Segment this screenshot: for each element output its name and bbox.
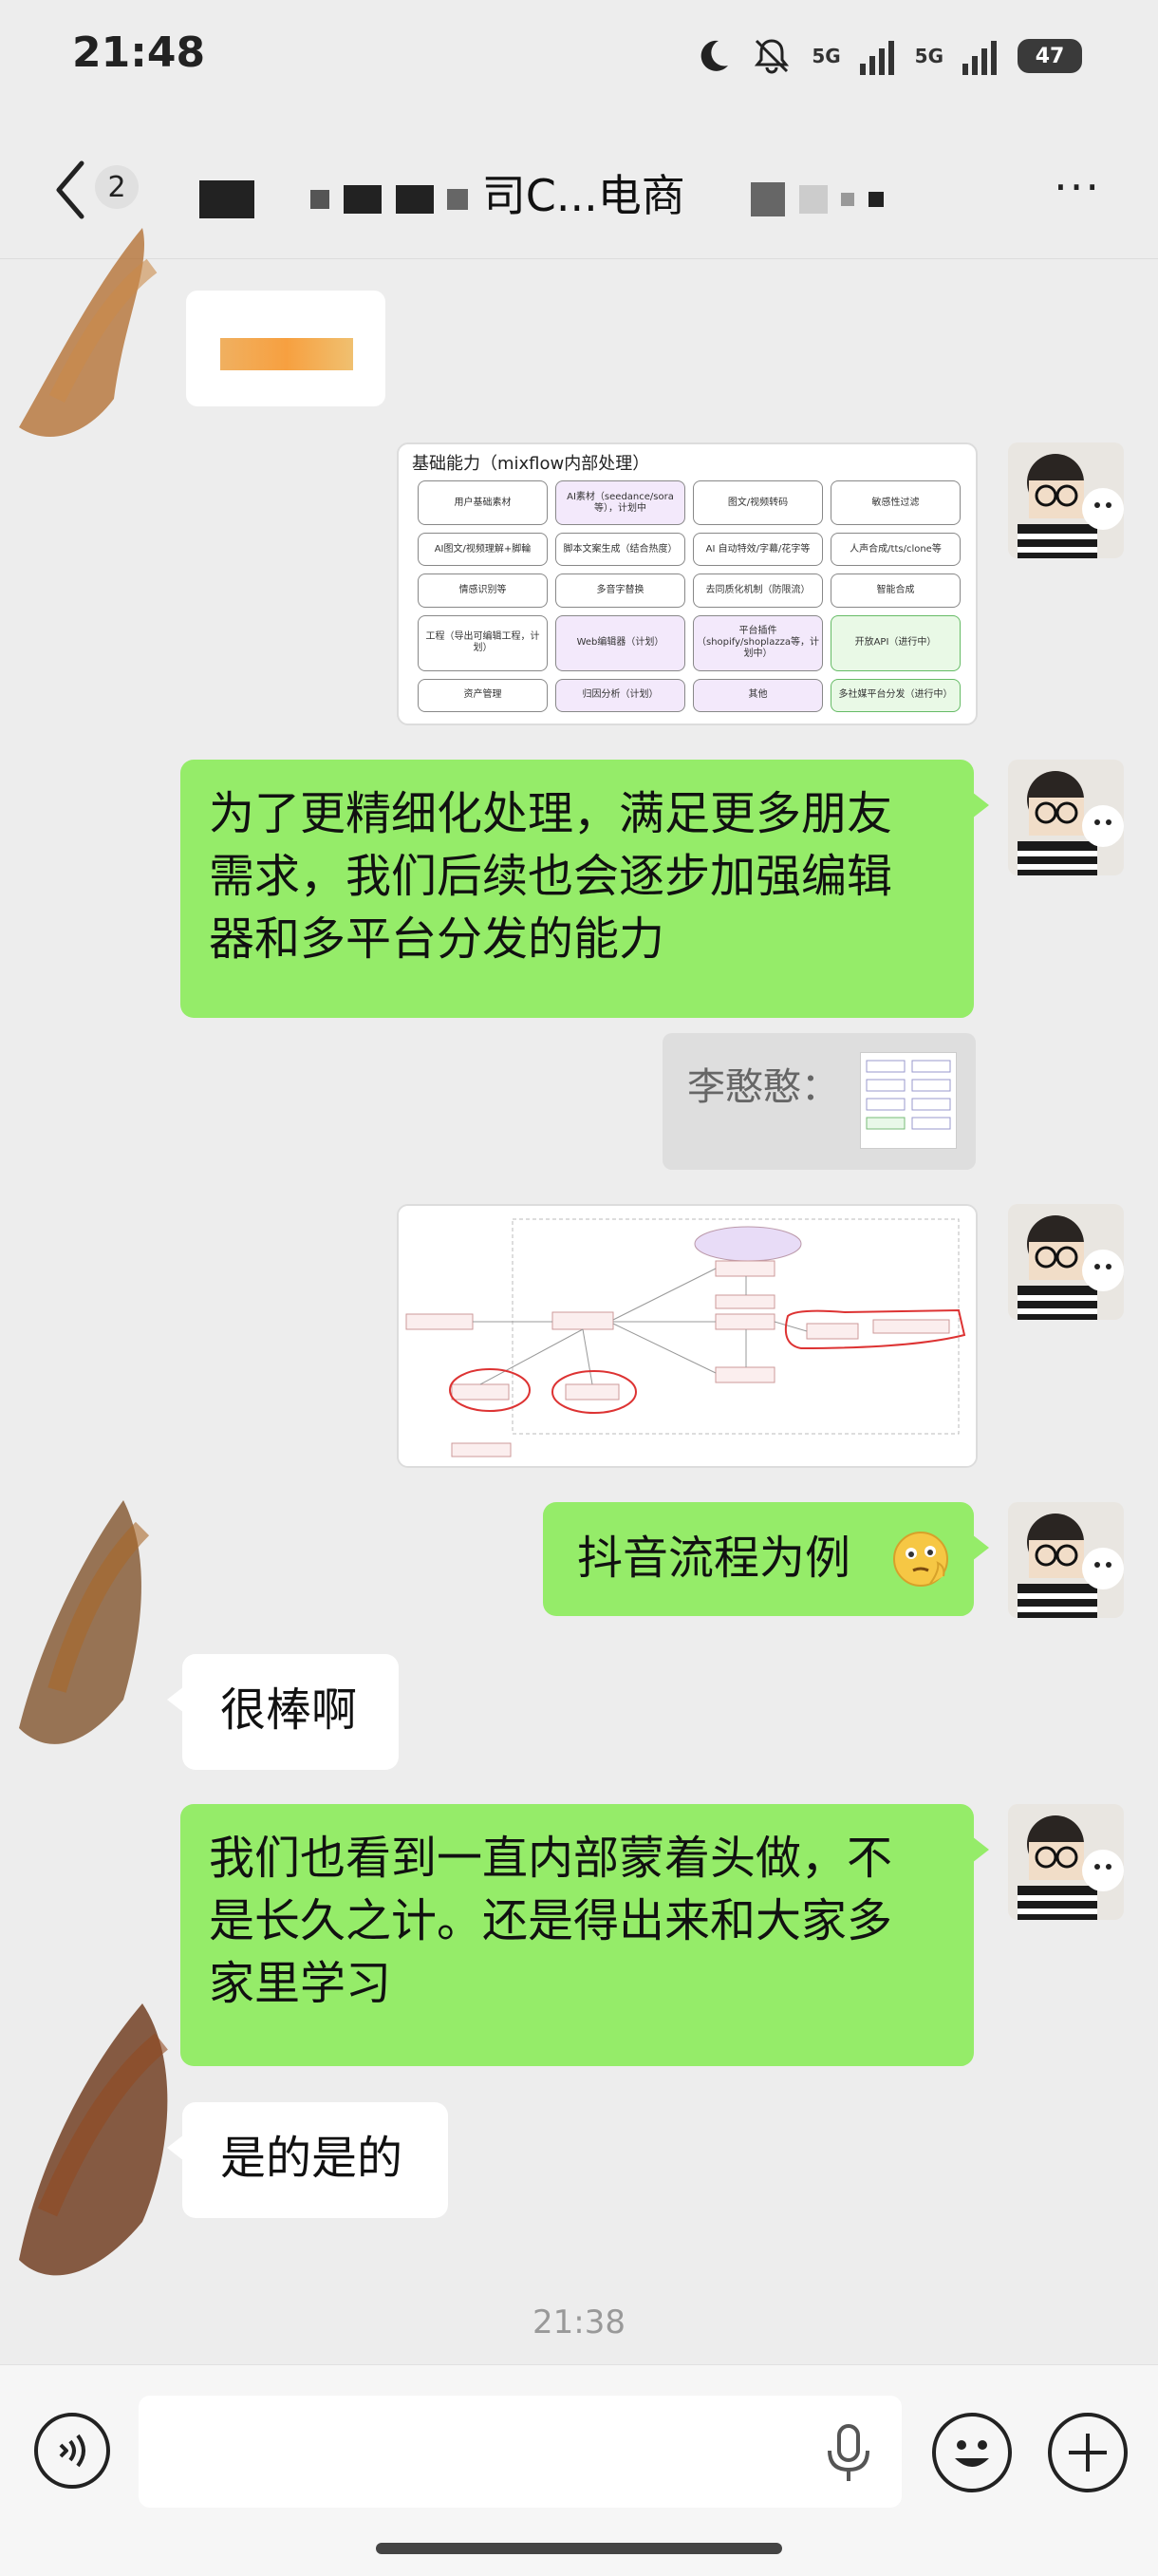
capability-cell: 资产管理 — [418, 678, 548, 712]
plus-icon — [1069, 2434, 1107, 2472]
capability-cell: AI图文/视频理解+脚輪 — [418, 533, 548, 567]
capability-cell: 去同质化机制（防限流） — [693, 573, 823, 608]
my-avatar[interactable] — [1008, 1804, 1124, 1920]
header-divider — [0, 258, 1158, 259]
obscured-title-block — [841, 192, 855, 206]
capability-cell: 多社媒平台分发（进行中） — [831, 678, 961, 712]
capability-cell: 工程（导出可编辑工程，计划） — [418, 614, 548, 671]
signal-bars-icon — [962, 41, 997, 75]
received-text-message[interactable]: 是的是的 — [167, 2102, 448, 2218]
signal-2-label: 5G — [914, 45, 943, 67]
message-text: 很棒啊 — [220, 1683, 358, 1737]
chat-header: 2 司C...电商 ··· — [0, 133, 1158, 256]
obscured-title-block — [868, 191, 884, 207]
signal-bars-icon — [859, 41, 894, 75]
battery-indicator: 47 — [1018, 39, 1082, 73]
unread-count-badge: 2 — [95, 165, 139, 209]
sent-image-flowchart[interactable] — [397, 1204, 978, 1468]
quote-thumbnail — [860, 1052, 957, 1149]
obscured-title-block — [395, 184, 434, 214]
quoted-message[interactable]: 李憨憨： — [663, 1033, 976, 1170]
message-line: 我们也看到一直内部蒙着头做，不 — [209, 1832, 893, 1885]
received-text-message[interactable]: 很棒啊 — [167, 1654, 399, 1770]
message-line: 为了更精细化处理，满足更多朋友 — [209, 787, 893, 840]
sent-text-message[interactable]: 我们也看到一直内部蒙着头做，不 是长久之计。还是得出来和大家多 家里学习 — [180, 1804, 989, 2066]
message-line: 是长久之计。还是得出来和大家多 — [209, 1894, 893, 1947]
capability-cell: 智能合成 — [831, 573, 961, 608]
obscured-title-block — [310, 189, 330, 209]
emoji-button[interactable] — [932, 2413, 1012, 2492]
capability-cell: Web编辑器（计划） — [555, 614, 685, 671]
capability-cell: 其他 — [693, 678, 823, 712]
capability-cell: 归因分析（计划） — [555, 678, 685, 712]
mute-icon — [755, 39, 790, 74]
obscured-avatar-smudge — [19, 2003, 168, 2276]
received-image-message[interactable] — [186, 291, 385, 406]
message-line: 家里学习 — [209, 1957, 392, 2010]
capability-cell: AI 自动特效/字幕/花字等 — [693, 533, 823, 567]
obscured-title-block — [751, 181, 785, 216]
voice-toggle-button[interactable] — [34, 2413, 110, 2489]
microphone-icon[interactable] — [822, 2422, 875, 2483]
capability-grid: 用户基础素材 AI素材（seedance/sora等），计划中 图文/视频转码 敏感性… — [418, 480, 961, 712]
capability-cell: 多音字替换 — [555, 573, 685, 608]
home-indicator — [376, 2543, 782, 2554]
message-text: 是的是的 — [220, 2132, 403, 2185]
chat-timestamp: 21:38 — [532, 2303, 626, 2341]
moon-icon — [700, 40, 729, 71]
capability-cell: AI素材（seedance/sora等），计划中 — [555, 480, 685, 526]
voice-icon — [59, 2434, 85, 2468]
flowchart-thumbnail — [399, 1206, 976, 1466]
obscured-title-block — [798, 184, 828, 214]
obscured-title-block — [343, 184, 382, 214]
message-line: 需求，我们后续也会逐步加强编辑 — [209, 850, 893, 903]
my-avatar[interactable] — [1008, 1502, 1124, 1618]
chat-title-text: 司C...电商 — [481, 170, 685, 221]
more-functions-button[interactable] — [1048, 2413, 1128, 2492]
obscured-avatar-smudge — [19, 228, 158, 437]
signal-1-label: 5G — [812, 45, 841, 67]
capability-cell: 人声合成/tts/clone等 — [831, 533, 961, 567]
my-avatar[interactable] — [1008, 442, 1124, 558]
sent-text-message[interactable]: 为了更精细化处理，满足更多朋友 需求，我们后续也会逐步加强编辑 器和多平台分发的… — [180, 760, 989, 1018]
more-options-button[interactable]: ··· — [1054, 161, 1101, 213]
my-avatar[interactable] — [1008, 1204, 1124, 1320]
obscured-avatar-smudge — [19, 1500, 150, 1744]
chat-title[interactable]: 司C...电商 — [199, 161, 884, 224]
my-avatar[interactable] — [1008, 760, 1124, 875]
status-bar: 21:48 5G 5G 47 — [0, 0, 1158, 114]
obscured-image-content — [220, 338, 353, 370]
sent-text-message[interactable]: 抖音流程为例 — [543, 1502, 989, 1616]
obscured-title-block — [447, 188, 469, 210]
capability-cell: 脚本文案生成（结合热度） — [555, 533, 685, 567]
capability-cell: 图文/视频转码 — [693, 480, 823, 526]
sent-image-capabilities[interactable]: 基础能力（mixflow内部处理） 用户基础素材 AI素材（seedance/so… — [397, 442, 978, 725]
smiley-icon — [955, 2440, 989, 2467]
image-caption: 基础能力（mixflow内部处理） — [412, 454, 650, 474]
capability-cell: 平台插件（shopify/shoplazza等，计划中） — [693, 614, 823, 671]
thinking-emoji-icon — [893, 1532, 948, 1587]
status-icons: 5G 5G 47 — [694, 30, 1082, 82]
quote-sender-label: 李憨憨： — [687, 1065, 839, 1109]
status-time: 21:48 — [72, 28, 206, 77]
message-line: 器和多平台分发的能力 — [209, 912, 665, 966]
capability-cell: 情感识别等 — [418, 573, 548, 608]
message-input[interactable] — [139, 2396, 902, 2508]
capability-cell: 敏感性过滤 — [831, 480, 961, 526]
obscured-title-block — [199, 179, 254, 218]
capability-cell: 用户基础素材 — [418, 480, 548, 526]
message-text: 抖音流程为例 — [577, 1532, 851, 1585]
capability-cell: 开放API（进行中） — [831, 614, 961, 671]
